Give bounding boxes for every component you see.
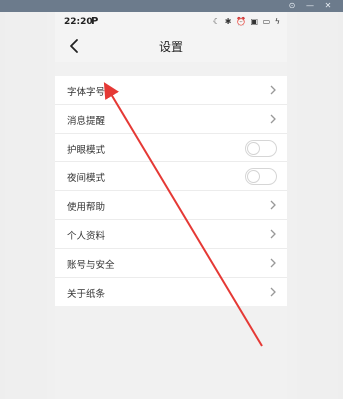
- red-arrow-icon: [103, 82, 263, 347]
- annotation-arrow: [103, 82, 263, 347]
